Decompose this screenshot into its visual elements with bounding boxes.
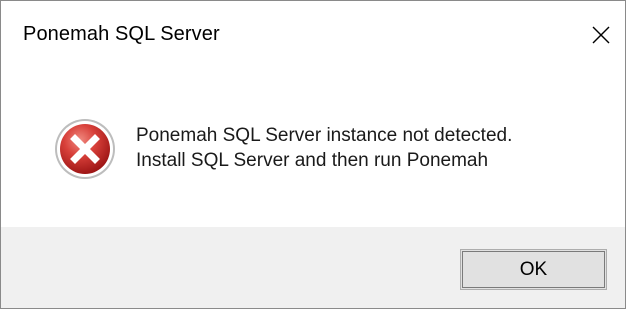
button-bar: OK	[1, 227, 625, 308]
ok-button[interactable]: OK	[460, 249, 607, 290]
error-icon	[55, 119, 115, 179]
error-message: Ponemah SQL Server instance not detected…	[136, 123, 512, 173]
message-dialog: Ponemah SQL Server Ponemah SQL Server in…	[0, 0, 626, 309]
title-bar: Ponemah SQL Server	[1, 1, 625, 71]
error-message-line-2: Install SQL Server and then run Ponemah	[136, 150, 489, 171]
close-icon	[592, 26, 610, 44]
dialog-content: Ponemah SQL Server instance not detected…	[1, 71, 625, 227]
error-message-line-1: Ponemah SQL Server instance not detected…	[136, 125, 513, 146]
dialog-title: Ponemah SQL Server	[23, 23, 220, 45]
close-button[interactable]	[577, 11, 625, 59]
